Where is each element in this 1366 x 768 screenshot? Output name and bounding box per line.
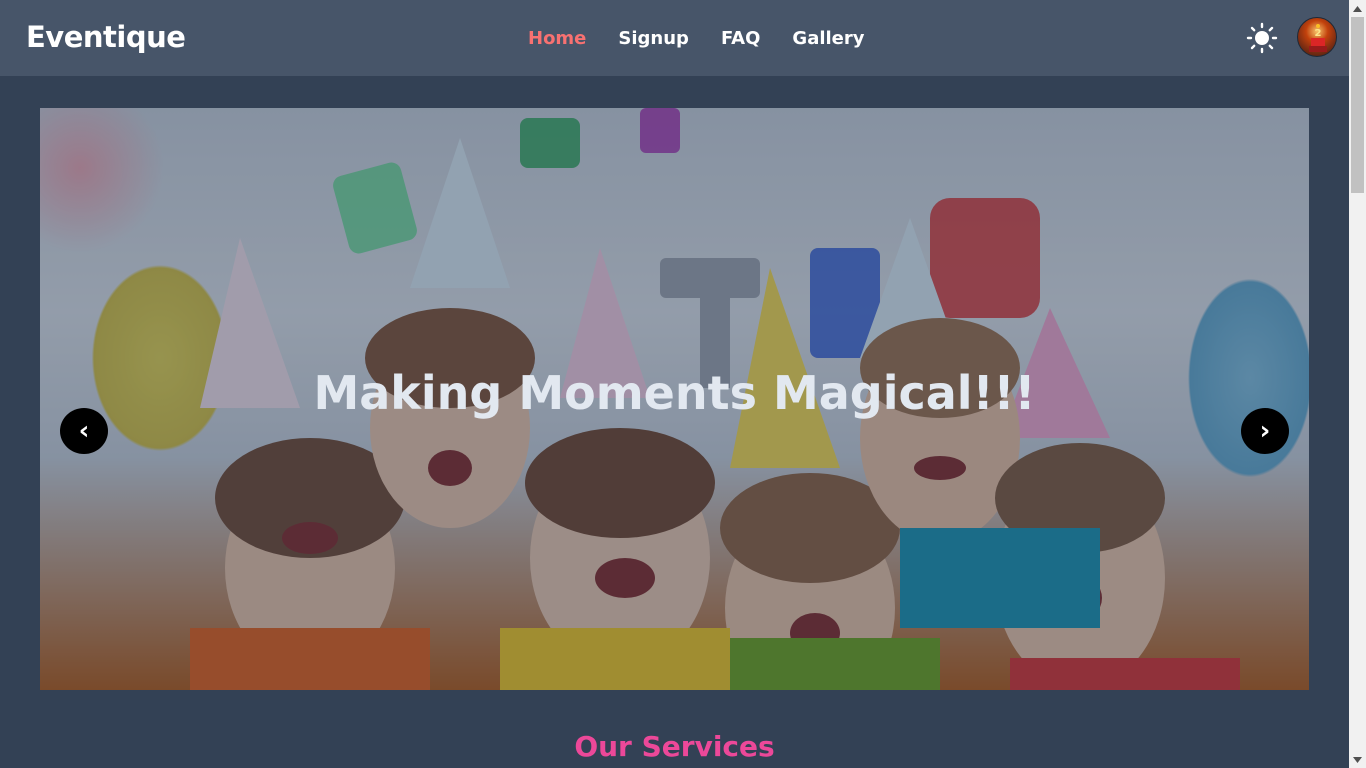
svg-text:2: 2: [1315, 28, 1322, 39]
sun-icon[interactable]: [1246, 22, 1278, 54]
brand-logo[interactable]: Eventique: [26, 20, 186, 54]
scroll-thumb[interactable]: [1351, 17, 1364, 193]
carousel-prev-button[interactable]: ‹: [60, 408, 108, 454]
nav-signup-link[interactable]: Signup: [618, 27, 689, 51]
nav-links: Home Signup FAQ Gallery: [528, 27, 897, 51]
nav-faq-link[interactable]: FAQ: [721, 27, 760, 51]
hero-carousel: Making Moments Magical!!! ‹ ›: [40, 108, 1309, 690]
nav-gallery-link[interactable]: Gallery: [792, 27, 864, 51]
navbar: Eventique Home Signup FAQ Gallery 2: [0, 0, 1349, 76]
carousel-next-button[interactable]: ›: [1241, 408, 1289, 454]
scroll-up-icon[interactable]: [1349, 0, 1366, 17]
nav-home-link[interactable]: Home: [528, 27, 586, 51]
hero-title: Making Moments Magical!!!: [313, 366, 1036, 420]
page-scrollbar[interactable]: [1349, 0, 1366, 768]
services-section-title: Our Services: [574, 730, 775, 763]
user-avatar[interactable]: 2: [1297, 17, 1337, 57]
scroll-down-icon[interactable]: [1349, 751, 1366, 768]
